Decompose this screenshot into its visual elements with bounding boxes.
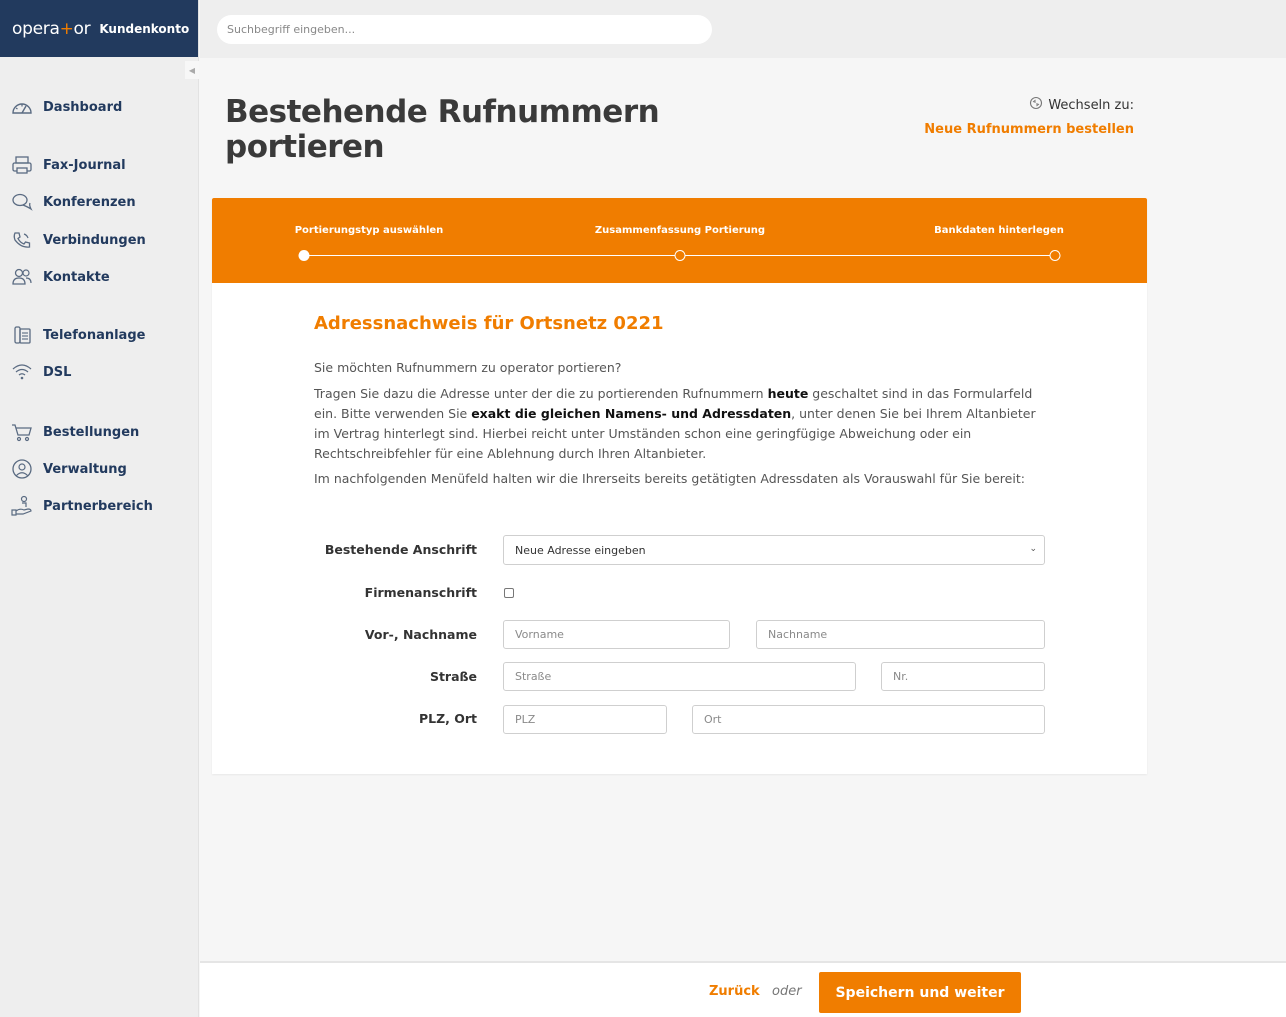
section-title: Adressnachweis für Ortsnetz 0221 — [314, 313, 664, 334]
gauge-icon — [10, 95, 34, 119]
or-text: oder — [772, 984, 802, 999]
stepper: Portierungstyp auswählen Zusammenfassung… — [212, 198, 1147, 283]
top-bar — [200, 0, 1286, 58]
lastname-input[interactable] — [756, 620, 1045, 649]
collapse-sidebar-icon[interactable]: ◀ — [185, 61, 199, 79]
name-label: Vor-, Nachname — [364, 627, 477, 642]
house-number-input[interactable] — [881, 662, 1045, 691]
step-dot-3[interactable] — [1049, 250, 1061, 261]
step-dot-2[interactable] — [674, 250, 686, 261]
street-input[interactable] — [503, 662, 856, 691]
firstname-input[interactable] — [503, 620, 730, 649]
city-input[interactable] — [692, 705, 1045, 734]
preselection-text: Im nachfolgenden Menüfeld halten wir die… — [314, 471, 1025, 486]
account-label: Kundenkonto — [99, 21, 190, 36]
sidebar-item-label: Verbindungen — [43, 232, 146, 248]
partner-icon — [10, 494, 34, 518]
switch-arrows-icon — [1029, 96, 1043, 114]
sidebar: opera+or Kundenkonto ◀ Dashboard Fax-Jou… — [0, 0, 199, 1017]
address-select[interactable]: Neue Adresse eingeben ⌄ — [503, 535, 1045, 565]
sidebar-item-label: Kontakte — [43, 269, 110, 285]
sidebar-item-label: Partnerbereich — [43, 498, 153, 514]
new-numbers-link[interactable]: Neue Rufnummern bestellen — [924, 122, 1134, 137]
sidebar-item-label: Bestellungen — [43, 424, 140, 440]
street-label: Straße — [429, 669, 477, 684]
zip-city-label: PLZ, Ort — [418, 711, 477, 726]
sidebar-item-bestellungen[interactable]: Bestellungen — [10, 420, 139, 444]
switch-label: Wechseln zu: — [1029, 96, 1134, 114]
sidebar-item-label: DSL — [43, 364, 72, 380]
sidebar-item-label: Fax-Journal — [43, 157, 126, 173]
sidebar-item-dashboard[interactable]: Dashboard — [10, 95, 122, 119]
sidebar-item-kontakte[interactable]: Kontakte — [10, 265, 110, 289]
page-title: Bestehende Rufnummern portieren — [225, 94, 660, 165]
sidebar-item-label: Dashboard — [43, 99, 123, 115]
intro-text: Sie möchten Rufnummern zu operator porti… — [314, 360, 622, 375]
sidebar-item-label: Telefonanlage — [43, 327, 146, 343]
sidebar-item-dsl[interactable]: DSL — [10, 360, 71, 384]
sidebar-item-verwaltung[interactable]: Verwaltung — [10, 457, 127, 481]
sidebar-item-konferenzen[interactable]: Konferenzen — [10, 190, 136, 214]
step-label-3: Bankdaten hinterlegen — [934, 225, 1064, 236]
sidebar-item-fax-journal[interactable]: Fax-Journal — [10, 153, 126, 177]
step-dot-1[interactable] — [298, 250, 310, 261]
chevron-down-icon: ⌄ — [1029, 544, 1037, 554]
cart-icon — [10, 420, 34, 444]
chat-icon — [10, 190, 34, 214]
user-circle-icon — [10, 457, 34, 481]
company-label: Firmenanschrift — [364, 585, 477, 600]
printer-icon — [10, 153, 34, 177]
sidebar-item-partnerbereich[interactable]: Partnerbereich — [10, 494, 153, 518]
brand-header: opera+or Kundenkonto — [0, 0, 198, 57]
sidebar-item-label: Konferenzen — [43, 194, 136, 210]
wifi-icon — [10, 360, 34, 384]
address-label: Bestehende Anschrift — [324, 542, 477, 557]
search-input[interactable] — [217, 15, 712, 44]
sidebar-item-verbindungen[interactable]: Verbindungen — [10, 228, 146, 252]
pbx-icon — [10, 323, 34, 347]
phone-icon — [10, 228, 34, 252]
save-continue-button[interactable]: Speichern und weiter — [819, 972, 1021, 1013]
bottom-action-bar: Zurück oder Speichern und weiter — [200, 961, 1286, 1017]
operator-logo[interactable]: opera+or — [12, 19, 91, 39]
instructions-text: Tragen Sie dazu die Adresse unter der di… — [314, 386, 1036, 461]
step-label-1: Portierungstyp auswählen — [294, 225, 444, 236]
sidebar-item-label: Verwaltung — [43, 461, 127, 477]
back-link[interactable]: Zurück — [709, 984, 760, 999]
sidebar-item-telefonanlage[interactable]: Telefonanlage — [10, 323, 145, 347]
company-checkbox[interactable] — [504, 588, 514, 598]
contacts-icon — [10, 265, 34, 289]
switch-area: Wechseln zu: Neue Rufnummern bestellen — [924, 96, 1134, 137]
zip-input[interactable] — [503, 705, 667, 734]
step-label-2: Zusammenfassung Portierung — [594, 225, 766, 236]
porting-card: Portierungstyp auswählen Zusammenfassung… — [212, 198, 1147, 774]
